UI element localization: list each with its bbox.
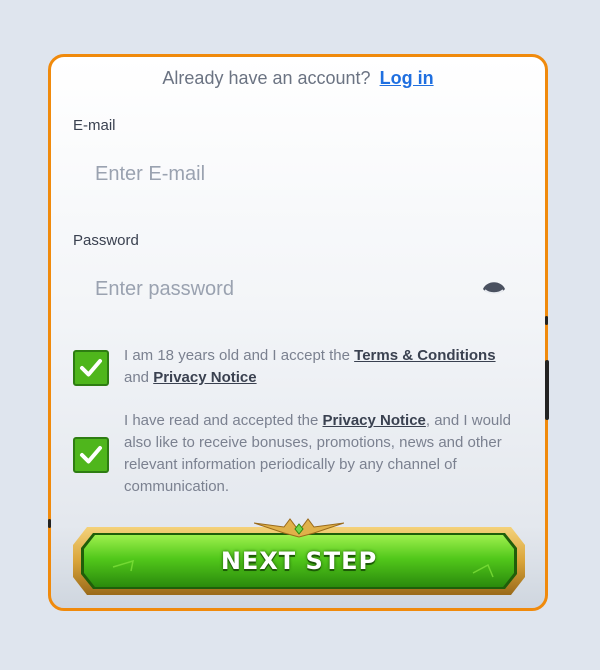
- consent-terms-and: and: [124, 369, 150, 386]
- email-field-wrap: [73, 152, 521, 196]
- login-prompt-text: Already have an account?: [162, 68, 371, 88]
- eye-icon[interactable]: [481, 277, 507, 301]
- privacy-notice-link-2[interactable]: Privacy Notice: [322, 412, 425, 429]
- next-step-button[interactable]: NEXT STEP: [73, 518, 525, 595]
- email-label: E-mail: [73, 117, 116, 134]
- terms-conditions-link[interactable]: Terms & Conditions: [354, 347, 495, 364]
- gold-crest-icon: [254, 518, 344, 538]
- consent-terms-text: I am 18 years old and I accept the Terms…: [124, 345, 513, 389]
- consent-marketing-text: I have read and accepted the Privacy Not…: [124, 410, 513, 498]
- edge-marker-left: [48, 519, 51, 528]
- privacy-notice-link[interactable]: Privacy Notice: [153, 369, 256, 386]
- terms-checkbox[interactable]: [73, 350, 109, 386]
- next-step-label: NEXT STEP: [220, 547, 378, 575]
- consent-terms-row: I am 18 years old and I accept the Terms…: [73, 342, 513, 392]
- checkmark-icon: [80, 446, 102, 464]
- consent-terms-prefix: I am 18 years old and I accept the: [124, 347, 350, 364]
- login-link[interactable]: Log in: [380, 68, 434, 88]
- email-field[interactable]: [73, 152, 521, 196]
- password-field-wrap: [73, 267, 521, 311]
- password-label: Password: [73, 232, 139, 249]
- checkmark-icon: [80, 359, 102, 377]
- login-prompt: Already have an account? Log in: [51, 68, 545, 89]
- edge-marker-right: [545, 360, 549, 420]
- signup-card: Already have an account? Log in E-mail P…: [48, 54, 548, 611]
- consent-marketing-prefix: I have read and accepted the: [124, 412, 319, 429]
- edge-marker-right-top: [545, 316, 548, 325]
- marketing-checkbox[interactable]: [73, 437, 109, 473]
- consent-marketing-row: I have read and accepted the Privacy Not…: [73, 407, 513, 502]
- password-field[interactable]: [73, 267, 521, 311]
